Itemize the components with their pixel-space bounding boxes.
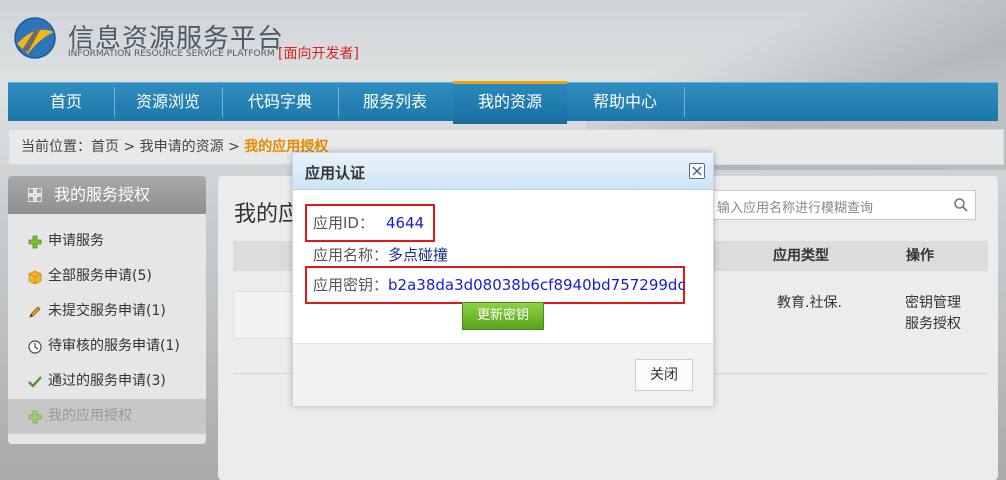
app-thumbnail (233, 291, 293, 339)
sidebar-item-apply-service[interactable]: 申请服务 (8, 224, 206, 259)
pencil-icon (29, 306, 41, 318)
cell-app-type: 教育.社保. (777, 295, 842, 311)
search-icon[interactable] (953, 197, 969, 213)
site-subtitle: INFORMATION RESOURCE SERVICE PLATFORM (68, 49, 275, 59)
dialog-title: 应用认证 (305, 164, 366, 182)
nav-help-center[interactable]: 帮助中心 (568, 83, 682, 121)
nav-home[interactable]: 首页 (28, 83, 104, 121)
dialog-body: 应用ID： 4644 应用名称：多点碰撞 应用密钥：b2a38da3d08038b… (293, 190, 713, 342)
plus-icon (28, 235, 42, 249)
nav-resource-browse[interactable]: 资源浏览 (115, 83, 221, 121)
sidebar-item-my-app-authorization[interactable]: 我的应用授权 (8, 399, 206, 434)
app-key-row: 应用密钥：b2a38da3d08038b6cf8940bd757299dc (313, 274, 686, 295)
sidebar-item-label: 申请服务 (48, 233, 104, 249)
breadcrumb-separator: > (119, 139, 140, 155)
close-button[interactable]: 关闭 (635, 359, 693, 391)
column-header-action: 操作 (906, 248, 934, 264)
check-icon (28, 376, 42, 388)
nav-my-resources[interactable]: 我的资源 (453, 81, 567, 124)
search-input[interactable]: 输入应用名称进行模糊查询 (708, 190, 976, 220)
sidebar: 我的服务授权 申请服务 全部服务申请(5) 未提交服务申请(1) 待审核的服务申… (8, 176, 206, 444)
sidebar-item-label: 待审核的服务申请(1) (48, 338, 180, 354)
platform-logo (14, 17, 56, 59)
breadcrumb-home[interactable]: 首页 (91, 139, 119, 155)
sidebar-item-pending-review[interactable]: 待审核的服务申请(1) (8, 329, 206, 364)
nav-code-dictionary[interactable]: 代码字典 (223, 83, 337, 121)
sidebar-item-all-requests[interactable]: 全部服务申请(5) (8, 259, 206, 294)
renew-key-button[interactable]: 更新密钥 (462, 302, 544, 330)
sidebar-item-label: 未提交服务申请(1) (48, 303, 166, 319)
key-management-link[interactable]: 密钥管理 (905, 292, 961, 312)
nav-service-list[interactable]: 服务列表 (339, 83, 451, 121)
app-id-value: 4644 (385, 214, 425, 232)
sidebar-item-approved[interactable]: 通过的服务申请(3) (8, 364, 206, 399)
app-name-label: 应用名称： (313, 246, 389, 264)
clock-icon (28, 340, 42, 354)
app-name-value: 多点碰撞 (388, 246, 449, 264)
app-key-label: 应用密钥： (313, 276, 389, 294)
column-header-app-type: 应用类型 (773, 248, 829, 264)
search-placeholder: 输入应用名称进行模糊查询 (717, 201, 874, 216)
sidebar-item-label: 我的应用授权 (48, 408, 132, 424)
site-header: 信息资源服务平台 INFORMATION RESOURCE SERVICE PL… (0, 0, 1006, 80)
sidebar-title: 我的服务授权 (54, 185, 151, 204)
dialog-footer: 关闭 (293, 343, 713, 406)
app-auth-dialog: 应用认证 应用ID： 4644 应用名称：多点碰撞 应用密钥：b2a38da3d0… (292, 152, 714, 406)
main-nav: 首页 资源浏览 代码字典 服务列表 我的资源 帮助中心 (8, 81, 998, 124)
close-icon[interactable] (689, 163, 705, 179)
app-name-row: 应用名称：多点碰撞 (313, 244, 448, 265)
page-title: 我的应 (234, 202, 301, 227)
plus-icon (28, 410, 42, 424)
breadcrumb-separator: > (223, 139, 245, 155)
dialog-header: 应用认证 (293, 153, 713, 190)
app-id-row: 应用ID： 4644 (313, 212, 424, 233)
sidebar-item-unsubmitted[interactable]: 未提交服务申请(1) (8, 294, 206, 329)
app-id-label: 应用ID： (313, 214, 374, 232)
sidebar-header: 我的服务授权 (8, 176, 206, 214)
grid-icon (28, 188, 42, 202)
breadcrumb-prefix: 当前位置： (21, 139, 91, 155)
sidebar-item-label: 通过的服务申请(3) (48, 373, 166, 389)
app-key-value: b2a38da3d08038b6cf8940bd757299dc (388, 276, 686, 294)
service-authorization-link[interactable]: 服务授权 (905, 313, 961, 333)
sidebar-item-label: 全部服务申请(5) (48, 268, 152, 284)
developer-tag: [面向开发者] (278, 46, 359, 62)
nav-divider (684, 87, 685, 117)
breadcrumb-my-requests[interactable]: 我申请的资源 (140, 139, 224, 155)
box-icon (28, 270, 42, 284)
